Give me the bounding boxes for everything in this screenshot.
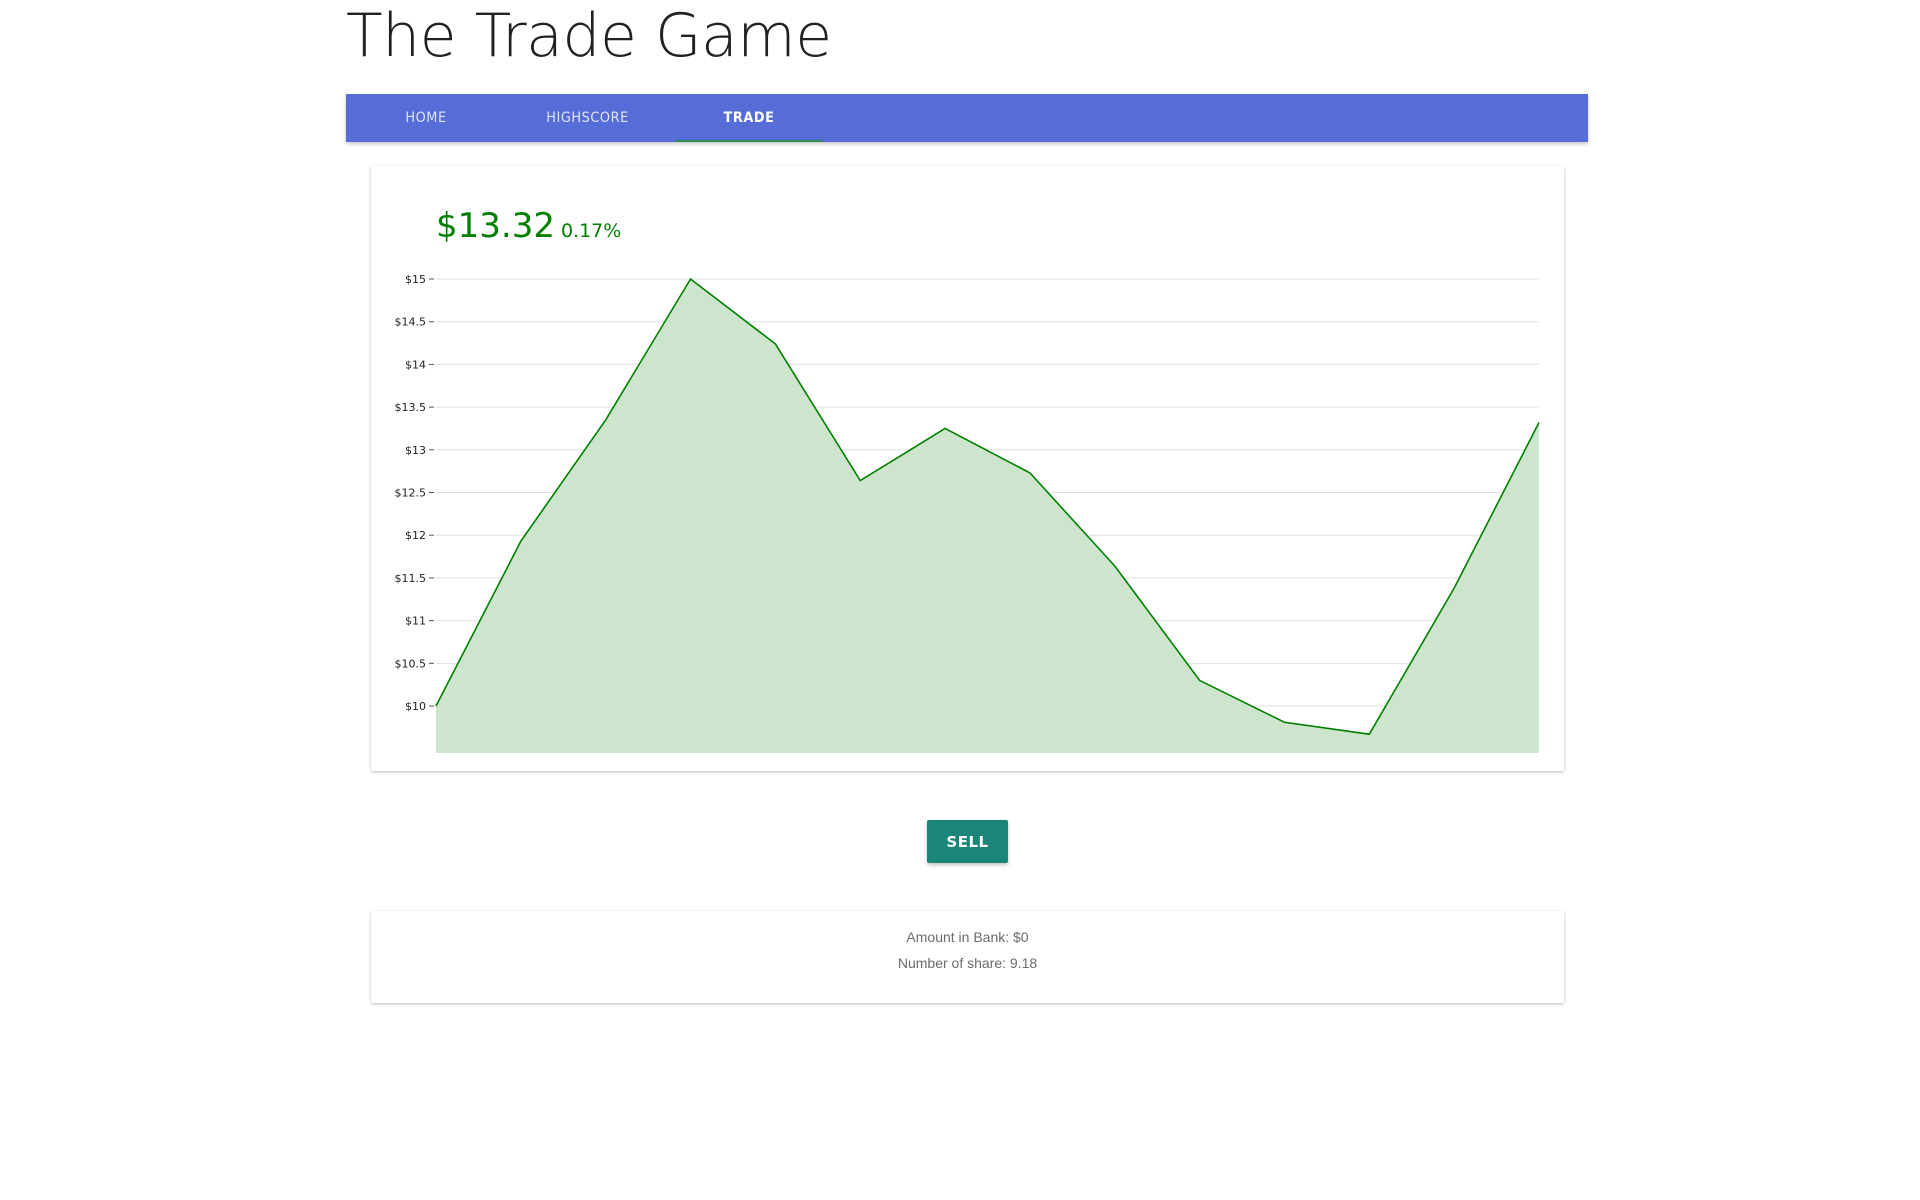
y-tick-label: $11.5 [395,572,427,585]
y-tick-label: $14 [405,358,426,371]
y-tick-label: $11 [405,615,426,628]
chart-card: $13.32 0.17% $10 $10.5 $11 $11.5 $12 $12.5 $13 $… [371,166,1564,771]
tab-trade[interactable]: TRADE [675,94,823,142]
tab-highscore[interactable]: HIGHSCORE [513,94,663,142]
nav-bar: HOME HIGHSCORE TRADE [346,94,1588,142]
y-tick-label: $14.5 [395,316,427,329]
y-tick-label: $10.5 [395,657,427,670]
bank-amount-text: Amount in Bank: $0 [906,929,1029,945]
tab-home[interactable]: HOME [352,94,499,142]
price-area-chart: $10 $10.5 $11 $11.5 $12 $12.5 $13 $13.5 $14 $14.5… [395,273,1540,753]
y-tick-label: $12.5 [395,487,427,500]
y-tick-label: $10 [405,700,426,713]
page-title: The Trade Game [346,1,832,71]
sell-button[interactable]: SELL [927,820,1008,863]
y-tick-label: $12 [405,529,426,542]
y-tick-label: $13.5 [395,401,427,414]
area-fill [436,279,1539,753]
share-count-text: Number of share: 9.18 [897,955,1038,971]
y-tick-label: $13 [405,444,426,457]
account-info-card: Amount in Bank: $0 Number of share: 9.18 [371,911,1564,1003]
y-tick-label: $15 [405,273,426,286]
page-container: The Trade Game HOME HIGHSCORE TRADE $13.… [346,0,1588,1003]
